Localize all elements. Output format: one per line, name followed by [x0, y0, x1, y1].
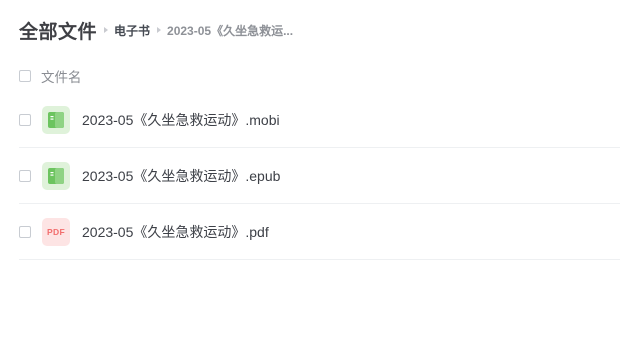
- file-name[interactable]: 2023-05《久坐急救运动》.epub: [82, 166, 280, 186]
- breadcrumb-separator-icon: [104, 27, 109, 33]
- file-list: 2023-05《久坐急救运动》.mobi 2023-05《久坐急救运动》.epu…: [19, 92, 620, 260]
- breadcrumb-ebooks[interactable]: 电子书: [114, 22, 150, 39]
- file-name[interactable]: 2023-05《久坐急救运动》.pdf: [82, 222, 269, 242]
- file-browser: 全部文件 电子书 2023-05《久坐急救运... 文件名 2023-05《久坐…: [0, 0, 620, 352]
- breadcrumb-all-files[interactable]: 全部文件: [19, 17, 97, 44]
- file-row[interactable]: 2023-05《久坐急救运动》.epub: [19, 148, 620, 204]
- pdf-icon-label: PDF: [47, 226, 65, 237]
- file-row[interactable]: PDF 2023-05《久坐急救运动》.pdf: [19, 204, 620, 260]
- breadcrumb-current-folder: 2023-05《久坐急救运...: [167, 23, 294, 38]
- select-all-checkbox[interactable]: [19, 70, 31, 82]
- file-name[interactable]: 2023-05《久坐急救运动》.mobi: [82, 110, 280, 130]
- filename-column-header[interactable]: 文件名: [41, 66, 82, 86]
- breadcrumb-separator-icon: [157, 27, 162, 33]
- file-row[interactable]: 2023-05《久坐急救运动》.mobi: [19, 92, 620, 148]
- breadcrumb: 全部文件 电子书 2023-05《久坐急救运...: [19, 17, 293, 43]
- file-checkbox[interactable]: [19, 225, 31, 238]
- ebook-icon: [42, 105, 70, 134]
- pdf-icon: PDF: [42, 217, 70, 246]
- file-checkbox[interactable]: [19, 113, 31, 126]
- ebook-icon: [42, 161, 70, 190]
- file-checkbox[interactable]: [19, 169, 31, 182]
- list-header: 文件名: [19, 64, 619, 88]
